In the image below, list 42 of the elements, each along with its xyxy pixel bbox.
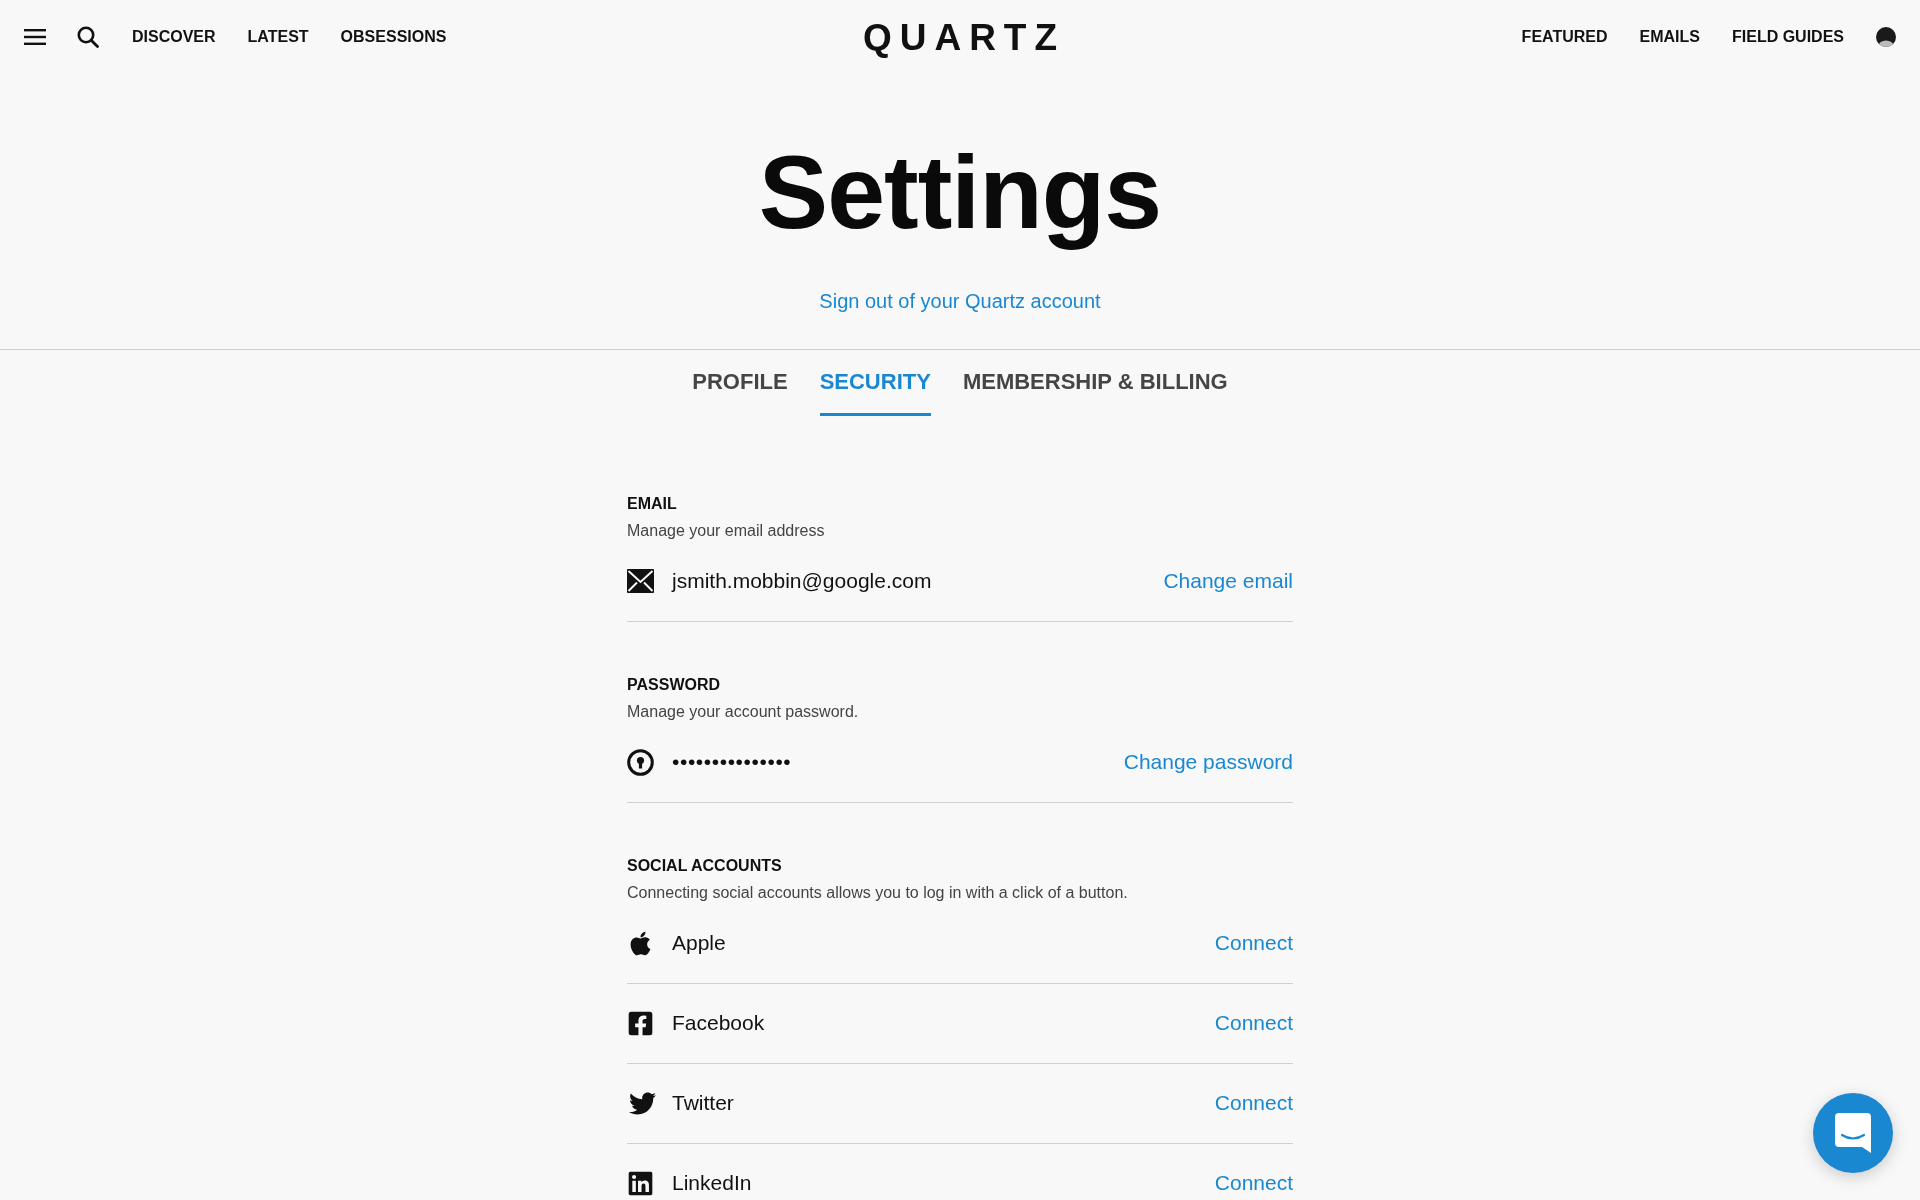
page-title: Settings — [758, 133, 1162, 252]
sign-out-link[interactable]: Sign out of your Quartz account — [819, 286, 1101, 315]
masked-password: ••••••••••••••• — [672, 749, 792, 776]
connect-link[interactable]: Connect — [1214, 1089, 1293, 1118]
site-logo[interactable]: QUARTZ — [854, 18, 1066, 56]
linkedin-logo-icon — [627, 1169, 654, 1197]
section-heading: EMAIL — [627, 493, 678, 514]
user-avatar-icon — [1876, 27, 1896, 47]
nav-link[interactable]: DISCOVER — [132, 27, 216, 47]
nav-link[interactable]: OBSESSIONS — [340, 27, 447, 47]
account-button[interactable] — [1876, 27, 1896, 47]
nav-link[interactable]: FEATURED — [1521, 27, 1608, 47]
nav-link[interactable]: FIELD GUIDES — [1732, 27, 1844, 47]
tab[interactable]: MEMBERSHIP & BILLING — [962, 367, 1228, 416]
section-heading: SOCIAL ACCOUNTS — [627, 855, 783, 876]
connect-link[interactable]: Connect — [1214, 1169, 1293, 1198]
menu-button[interactable] — [24, 29, 46, 45]
social-account-name: Apple — [672, 930, 726, 957]
change-email-link[interactable]: Change email — [1163, 567, 1293, 596]
keyhole-icon — [627, 748, 654, 776]
social-account-name: Twitter — [672, 1090, 734, 1117]
menu-icon — [24, 29, 46, 45]
nav-link[interactable]: EMAILS — [1639, 27, 1700, 47]
section-description: Manage your account password. — [627, 701, 860, 722]
nav-link[interactable]: LATEST — [247, 27, 309, 47]
section-description: Manage your email address — [627, 520, 826, 541]
chat-bubble-icon — [1835, 1113, 1871, 1153]
connect-link[interactable]: Connect — [1214, 929, 1293, 958]
search-button[interactable] — [77, 26, 99, 48]
facebook-logo-icon — [627, 1009, 654, 1037]
tab[interactable]: SECURITY — [819, 367, 931, 416]
change-password-link[interactable]: Change password — [1123, 748, 1293, 777]
tab[interactable]: PROFILE — [692, 367, 788, 416]
envelope-icon — [627, 569, 654, 594]
social-account-name: LinkedIn — [672, 1170, 752, 1197]
email-address: jsmith.mobbin@google.com — [672, 568, 932, 595]
social-account-name: Facebook — [672, 1010, 765, 1037]
connect-link[interactable]: Connect — [1214, 1009, 1293, 1038]
search-icon — [77, 26, 99, 48]
section-description: Connecting social accounts allows you to log in with a click of a button. — [627, 882, 1129, 903]
chat-button[interactable] — [1813, 1093, 1893, 1173]
section-heading: PASSWORD — [627, 674, 722, 695]
